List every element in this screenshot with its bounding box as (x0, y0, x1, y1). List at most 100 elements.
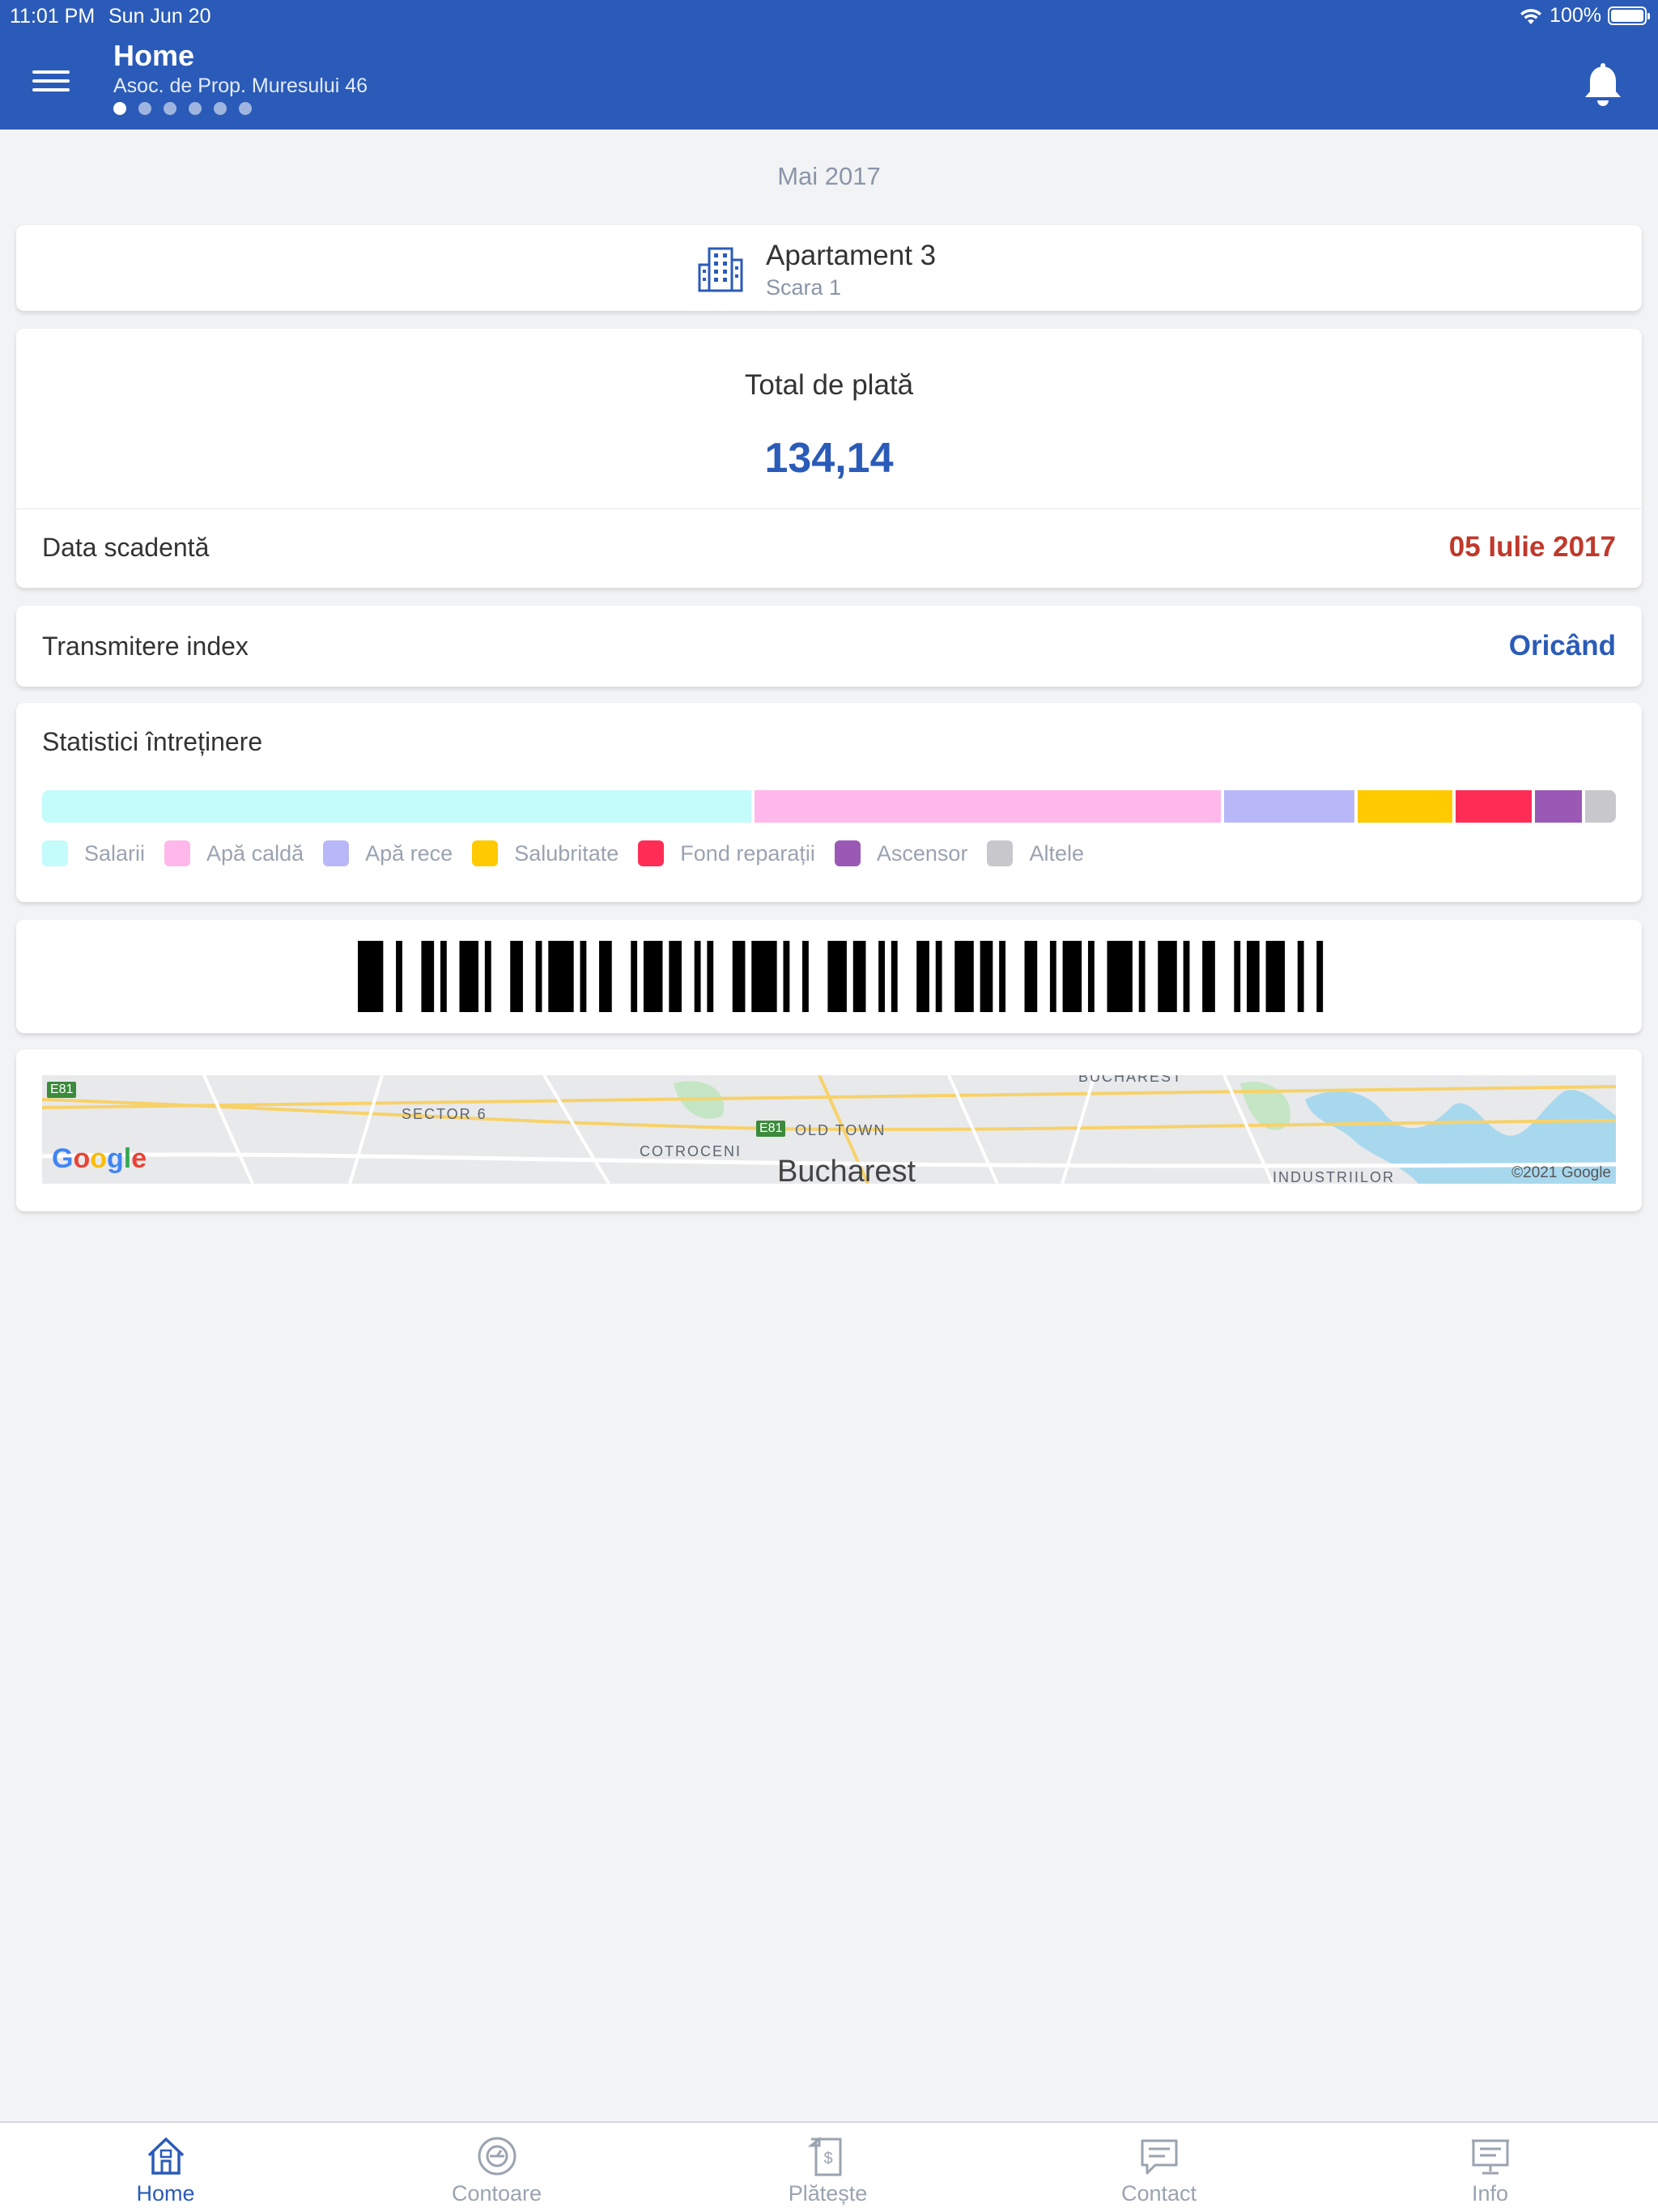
barcode-card[interactable] (16, 920, 1642, 1033)
bell-icon[interactable] (1580, 60, 1626, 108)
barcode-bar (599, 941, 612, 1012)
barcode-bar (1158, 941, 1177, 1012)
page-dot[interactable] (239, 102, 252, 115)
google-letter: o (73, 1143, 91, 1174)
barcode-bar (1183, 941, 1190, 1012)
barcode-bar (1062, 941, 1082, 1012)
map-label: SECTOR 6 (402, 1106, 487, 1122)
page-dot[interactable] (138, 102, 151, 115)
tab-home[interactable]: Home (0, 2123, 331, 2212)
barcode-bar (935, 941, 942, 1012)
page-indicator[interactable] (113, 102, 252, 115)
google-letter: o (90, 1143, 108, 1174)
page-title: Home (113, 39, 195, 72)
chat-icon (1141, 2139, 1177, 2175)
barcode-bar (484, 941, 491, 1012)
page-dot[interactable] (113, 102, 126, 115)
barcode-bar (999, 941, 1005, 1012)
status-date: Sun Jun 20 (108, 5, 211, 28)
map-view[interactable]: SECTOR 6 OLD TOWN COTROCENI INDUSTRIILOR… (42, 1075, 1616, 1184)
legend-item: Salarii (42, 840, 145, 866)
map-label: COTROCENI (640, 1143, 742, 1159)
battery-level (1611, 10, 1643, 22)
barcode-bar (580, 941, 587, 1012)
due-date-label: Data scadentă (42, 533, 210, 562)
tab-label: Contoare (451, 2181, 542, 2206)
menu-button[interactable] (32, 65, 81, 100)
barcode-bar (459, 941, 479, 1012)
legend-swatch (164, 840, 191, 866)
stats-segment (1584, 790, 1616, 823)
tab-info[interactable]: Info (1324, 2123, 1656, 2212)
legend-swatch (987, 840, 1014, 866)
barcode-bar (1024, 941, 1038, 1012)
tab-contact[interactable]: Contact (993, 2123, 1324, 2212)
legend-label: Fond reparații (680, 840, 815, 866)
barcode-bar (1087, 941, 1095, 1012)
divider (16, 508, 1642, 509)
legend-label: Ascensor (876, 840, 968, 866)
index-card[interactable]: Transmitere index Oricând (16, 606, 1642, 687)
legend-swatch (323, 840, 350, 866)
page-dot[interactable] (164, 102, 176, 115)
apartment-card[interactable]: Apartament 3 Scara 1 (16, 225, 1642, 311)
legend-label: Salarii (84, 840, 146, 866)
status-time: 11:01 PM (10, 5, 96, 28)
payment-card[interactable]: Total de plată 134,14 Data scadentă 05 I… (16, 329, 1642, 588)
stats-bar (42, 790, 1616, 823)
legend-item: Ascensor (834, 840, 968, 866)
billing-period: Mai 2017 (777, 162, 881, 190)
google-logo: Google (52, 1143, 147, 1175)
pay-icon: $ (807, 2136, 841, 2176)
google-letter: G (52, 1143, 74, 1174)
barcode-bar (440, 941, 447, 1012)
stats-segment (1223, 790, 1358, 823)
legend-label: Apă rece (365, 840, 453, 866)
legend-label: Altele (1029, 840, 1084, 866)
barcode-bar (802, 941, 809, 1012)
barcode-bar (732, 941, 746, 1012)
google-letter: l (123, 1143, 132, 1174)
barcode-bar (548, 941, 574, 1012)
stats-segment (1535, 790, 1585, 823)
tab-contoare[interactable]: Contoare (331, 2123, 662, 2212)
stats-card[interactable]: Statistici întreținere Salarii Apă caldă A… (16, 703, 1642, 902)
legend-item: Salubritate (472, 840, 619, 866)
tab-label: Home (136, 2181, 195, 2206)
apartment-scara: Scara 1 (766, 275, 842, 300)
legend-swatch (834, 840, 861, 866)
page-dot[interactable] (189, 102, 202, 115)
stats-segment (754, 790, 1224, 823)
barcode-bar (1265, 941, 1286, 1012)
association-name[interactable]: Asoc. de Prop. Muresului 46 (113, 74, 368, 98)
barcode-bar (1107, 941, 1133, 1012)
barcode-bar (783, 941, 790, 1012)
menu-icon-line (32, 70, 70, 74)
battery-icon (1608, 6, 1650, 25)
index-value[interactable]: Oricând (1509, 630, 1616, 662)
barcode-bar (421, 941, 435, 1012)
status-right: 100% (1519, 4, 1650, 28)
wifi-icon (1520, 8, 1542, 24)
menu-icon-line (32, 88, 70, 91)
barcode-bar (980, 941, 993, 1012)
barcode-image (358, 941, 1324, 1012)
menu-icon-line (32, 79, 70, 83)
barcode-bar (827, 941, 847, 1012)
map-card[interactable]: SECTOR 6 OLD TOWN COTROCENI INDUSTRIILOR… (16, 1049, 1642, 1211)
stats-title: Statistici întreținere (42, 727, 263, 756)
legend-item: Apă rece (323, 840, 453, 866)
barcode-bar (1297, 941, 1304, 1012)
barcode-bar (916, 941, 929, 1012)
tab-plateste[interactable]: $ Plătește (662, 2123, 993, 2212)
barcode-bar (1202, 941, 1215, 1012)
barcode-bar (852, 941, 866, 1012)
building-icon (698, 247, 743, 292)
stats-segment (42, 790, 755, 823)
legend-item: Altele (987, 840, 1084, 866)
tab-bar: Home Contoare $ Plătește Contact Info (0, 2121, 1658, 2212)
info-board-icon (1471, 2139, 1509, 2175)
page-dot[interactable] (214, 102, 227, 115)
barcode-bar (1049, 941, 1056, 1012)
barcode-bar (535, 941, 542, 1012)
